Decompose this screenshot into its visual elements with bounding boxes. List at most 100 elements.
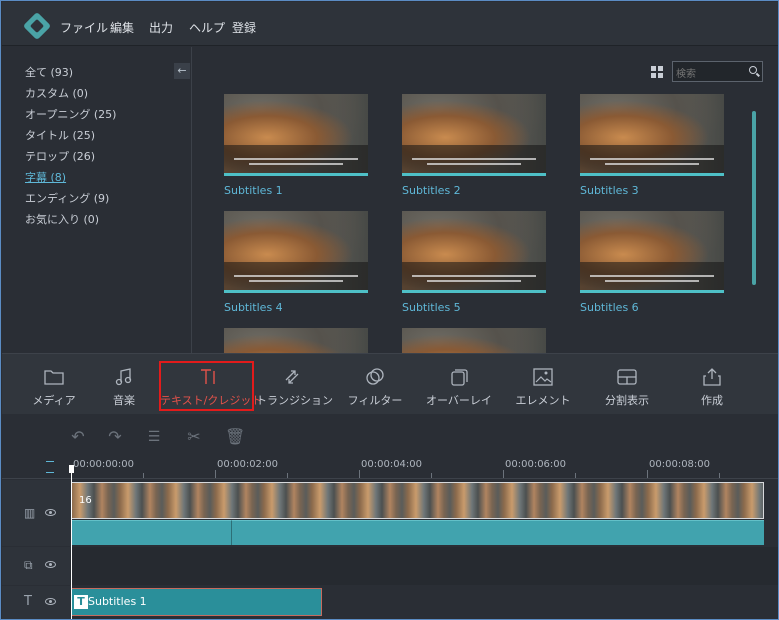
menu-export[interactable]: 出力 (149, 19, 173, 36)
thumbnail-label: Subtitles 5 (402, 301, 461, 314)
redo-icon[interactable]: ↷ (106, 428, 124, 446)
tool-transition[interactable]: トランジション (256, 354, 333, 415)
trash-icon[interactable]: 🗑 (225, 428, 245, 446)
scissors-icon[interactable]: ✂ (185, 428, 203, 446)
category-ending[interactable]: エンディング (9) (25, 190, 109, 206)
thumbnail-subtitles-4[interactable]: Subtitles 4 (224, 211, 368, 314)
main-toolbar: メディア 音楽 テキスト/クレジット トランジション フィルター オーバーレイ … (2, 353, 778, 415)
text-track-header: T (2, 586, 70, 619)
menu-bar: ファイル 編集 出力 ヘルプ 登録 (2, 2, 778, 46)
thumbnail-subtitles-1[interactable]: Subtitles 1 (224, 94, 368, 197)
thumbnail-partial[interactable] (402, 328, 546, 354)
thumbnail-image (580, 211, 724, 290)
tool-label: 作成 (701, 394, 723, 407)
thumbnail-subtitles-2[interactable]: Subtitles 2 (402, 94, 546, 197)
pip-track-header: ⧉ (2, 547, 70, 585)
tool-music[interactable]: 音楽 (94, 354, 154, 415)
thumbnail-image (224, 328, 368, 354)
thumbnail-image (580, 94, 724, 173)
menu-register[interactable]: 登録 (232, 19, 256, 36)
category-subtitles[interactable]: 字幕 (8) (25, 169, 66, 185)
tool-overlay[interactable]: オーバーレイ (422, 354, 496, 415)
tool-label: 分割表示 (605, 394, 649, 407)
category-custom[interactable]: カスタム (0) (25, 85, 88, 101)
tool-label: フィルター (347, 394, 403, 407)
thumbnail-subtitles-5[interactable]: Subtitles 5 (402, 211, 546, 314)
menu-file[interactable]: ファイル (60, 19, 108, 36)
transition-icon (285, 370, 299, 384)
thumbnail-label: Subtitles 1 (224, 184, 283, 197)
subtitle-clip[interactable]: T Subtitles 1 (71, 588, 322, 616)
timeline-ruler[interactable]: 00:00:00:00 00:00:02:00 00:00:04:00 00:0… (2, 458, 778, 479)
tool-label: メディア (32, 394, 76, 407)
tool-export[interactable]: 作成 (686, 354, 738, 415)
thumbnail-image (224, 94, 368, 173)
arrow-left-icon: ← (177, 64, 187, 77)
tool-media[interactable]: メディア (24, 354, 84, 415)
search-box (672, 61, 763, 84)
element-icon (533, 368, 553, 386)
eye-icon[interactable] (45, 598, 56, 605)
thumbnail-label: Subtitles 6 (580, 301, 639, 314)
music-note-icon (115, 368, 132, 386)
category-opening[interactable]: オープニング (25) (25, 106, 116, 122)
tool-label: トランジション (256, 394, 333, 407)
overlay-icon (451, 369, 468, 386)
text-clip-icon: T (74, 595, 88, 609)
snap-icon[interactable] (46, 461, 54, 473)
thumbnail-subtitles-6[interactable]: Subtitles 6 (580, 211, 724, 314)
timeline-controls: ↶ ↷ ☰ ✂ 🗑 (2, 414, 778, 458)
search-input[interactable] (673, 65, 745, 84)
eye-icon[interactable] (45, 561, 56, 568)
thumbnail-label: Subtitles 3 (580, 184, 639, 197)
app-window: ファイル 編集 出力 ヘルプ 登録 ← 全て (93) カスタム (0) オープ… (0, 0, 779, 620)
category-favorites[interactable]: お気に入り (0) (25, 211, 99, 227)
tool-split-screen[interactable]: 分割表示 (594, 354, 660, 415)
ruler-time: 00:00:02:00 (217, 459, 279, 470)
video-clip[interactable] (71, 482, 764, 519)
text-track-icon: T (24, 594, 32, 609)
grid-view-icon[interactable] (651, 66, 663, 78)
tool-label: オーバーレイ (426, 394, 492, 407)
thumbnail-image (402, 94, 546, 173)
tool-element[interactable]: エレメント (512, 354, 574, 415)
category-telop[interactable]: テロップ (26) (25, 148, 95, 164)
thumbnail-subtitles-3[interactable]: Subtitles 3 (580, 94, 724, 197)
scrollbar[interactable] (752, 111, 756, 285)
tool-label: エレメント (515, 394, 571, 407)
ruler-time: 00:00:04:00 (361, 459, 423, 470)
ruler-time: 00:00:08:00 (649, 459, 711, 470)
search-icon[interactable] (749, 66, 757, 74)
audio-clip[interactable] (231, 520, 764, 545)
tool-filter[interactable]: フィルター (344, 354, 406, 415)
adjust-icon[interactable]: ☰ (145, 428, 163, 446)
highlight-box (159, 361, 254, 411)
split-screen-icon (617, 369, 637, 385)
subtitle-clip-label: Subtitles 1 (88, 595, 147, 608)
export-icon (703, 368, 721, 386)
video-track-header: ▥ (2, 480, 70, 546)
menu-edit[interactable]: 編集 (110, 19, 134, 36)
thumbnail-partial[interactable] (224, 328, 368, 354)
category-panel: ← 全て (93) カスタム (0) オープニング (25) タイトル (25)… (2, 47, 192, 353)
menu-help[interactable]: ヘルプ (189, 19, 225, 36)
clip-number: 16 (79, 495, 92, 506)
thumbnail-panel: Subtitles 1 Subtitles 2 Subtitles 3 Subt… (193, 47, 778, 354)
playhead[interactable] (71, 467, 72, 619)
folder-icon (44, 370, 64, 385)
undo-icon[interactable]: ↶ (69, 428, 87, 446)
audio-clip[interactable] (71, 520, 231, 545)
filter-icon (366, 368, 384, 385)
category-title[interactable]: タイトル (25) (25, 127, 95, 143)
eye-icon[interactable] (45, 509, 56, 516)
film-icon: ▥ (24, 506, 36, 520)
thumbnail-label: Subtitles 4 (224, 301, 283, 314)
pip-track[interactable] (70, 547, 778, 585)
category-all[interactable]: 全て (93) (25, 64, 73, 80)
thumbnail-image (402, 211, 546, 290)
ruler-time: 00:00:00:00 (73, 459, 135, 470)
app-logo-icon (22, 11, 52, 41)
collapse-panel-button[interactable]: ← (174, 63, 190, 79)
thumbnail-image (402, 328, 546, 354)
thumbnail-label: Subtitles 2 (402, 184, 461, 197)
